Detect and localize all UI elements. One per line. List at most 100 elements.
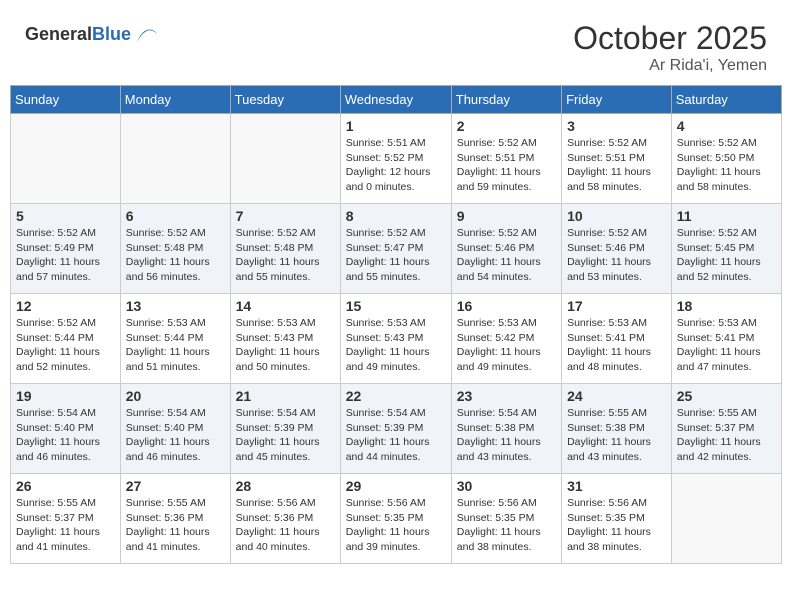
day-detail: Sunrise: 5:55 AM Sunset: 5:37 PM Dayligh… [16,496,115,555]
logo-general: General [25,24,92,44]
calendar-cell: 9 Sunrise: 5:52 AM Sunset: 5:46 PM Daylig… [451,204,561,294]
day-number: 18 [677,298,776,314]
day-detail: Sunrise: 5:52 AM Sunset: 5:51 PM Dayligh… [567,136,666,195]
day-number: 24 [567,388,666,404]
calendar-cell: 28 Sunrise: 5:56 AM Sunset: 5:36 PM Dayli… [230,474,340,564]
day-detail: Sunrise: 5:52 AM Sunset: 5:51 PM Dayligh… [457,136,556,195]
day-detail: Sunrise: 5:53 AM Sunset: 5:44 PM Dayligh… [126,316,225,375]
calendar-cell: 25 Sunrise: 5:55 AM Sunset: 5:37 PM Dayli… [671,384,781,474]
day-detail: Sunrise: 5:52 AM Sunset: 5:45 PM Dayligh… [677,226,776,285]
day-detail: Sunrise: 5:56 AM Sunset: 5:35 PM Dayligh… [346,496,446,555]
day-number: 22 [346,388,446,404]
calendar-row: 26 Sunrise: 5:55 AM Sunset: 5:37 PM Dayli… [11,474,782,564]
calendar-cell: 29Sunrise: 5:56 AM Sunset: 5:35 PM Dayli… [340,474,451,564]
calendar-cell: 14 Sunrise: 5:53 AM Sunset: 5:43 PM Dayli… [230,294,340,384]
day-number: 3 [567,118,666,134]
day-detail: Sunrise: 5:56 AM Sunset: 5:35 PM Dayligh… [567,496,666,555]
day-detail: Sunrise: 5:52 AM Sunset: 5:47 PM Dayligh… [346,226,446,285]
day-detail: Sunrise: 5:52 AM Sunset: 5:46 PM Dayligh… [567,226,666,285]
day-number: 25 [677,388,776,404]
day-detail: Sunrise: 5:53 AM Sunset: 5:43 PM Dayligh… [236,316,335,375]
calendar-table: SundayMondayTuesdayWednesdayThursdayFrid… [10,85,782,564]
day-detail: Sunrise: 5:51 AM Sunset: 5:52 PM Dayligh… [346,136,446,195]
day-detail: Sunrise: 5:55 AM Sunset: 5:36 PM Dayligh… [126,496,225,555]
weekday-header: Sunday [11,86,121,114]
day-number: 7 [236,208,335,224]
calendar-cell: 5Sunrise: 5:52 AM Sunset: 5:49 PM Daylig… [11,204,121,294]
day-number: 31 [567,478,666,494]
weekday-header: Thursday [451,86,561,114]
day-detail: Sunrise: 5:52 AM Sunset: 5:48 PM Dayligh… [236,226,335,285]
calendar-cell: 3 Sunrise: 5:52 AM Sunset: 5:51 PM Daylig… [562,114,672,204]
day-detail: Sunrise: 5:52 AM Sunset: 5:46 PM Dayligh… [457,226,556,285]
calendar-cell: 12 Sunrise: 5:52 AM Sunset: 5:44 PM Dayli… [11,294,121,384]
day-detail: Sunrise: 5:56 AM Sunset: 5:36 PM Dayligh… [236,496,335,555]
calendar-cell: 19 Sunrise: 5:54 AM Sunset: 5:40 PM Dayli… [11,384,121,474]
calendar-cell: 8 Sunrise: 5:52 AM Sunset: 5:47 PM Daylig… [340,204,451,294]
day-detail: Sunrise: 5:54 AM Sunset: 5:39 PM Dayligh… [236,406,335,465]
day-number: 6 [126,208,225,224]
day-number: 26 [16,478,115,494]
calendar-row: 5Sunrise: 5:52 AM Sunset: 5:49 PM Daylig… [11,204,782,294]
day-detail: Sunrise: 5:52 AM Sunset: 5:48 PM Dayligh… [126,226,225,285]
calendar-row: 1 Sunrise: 5:51 AM Sunset: 5:52 PM Daylig… [11,114,782,204]
day-detail: Sunrise: 5:55 AM Sunset: 5:37 PM Dayligh… [677,406,776,465]
calendar-cell: 30 Sunrise: 5:56 AM Sunset: 5:35 PM Dayli… [451,474,561,564]
calendar-cell [11,114,121,204]
day-number: 2 [457,118,556,134]
day-number: 4 [677,118,776,134]
day-number: 5 [16,208,115,224]
day-number: 11 [677,208,776,224]
day-detail: Sunrise: 5:56 AM Sunset: 5:35 PM Dayligh… [457,496,556,555]
calendar-cell: 13 Sunrise: 5:53 AM Sunset: 5:44 PM Dayli… [120,294,230,384]
day-detail: Sunrise: 5:52 AM Sunset: 5:44 PM Dayligh… [16,316,115,375]
day-number: 28 [236,478,335,494]
day-detail: Sunrise: 5:55 AM Sunset: 5:38 PM Dayligh… [567,406,666,465]
weekday-header: Tuesday [230,86,340,114]
day-number: 21 [236,388,335,404]
day-detail: Sunrise: 5:52 AM Sunset: 5:50 PM Dayligh… [677,136,776,195]
day-number: 27 [126,478,225,494]
day-detail: Sunrise: 5:53 AM Sunset: 5:41 PM Dayligh… [567,316,666,375]
day-number: 15 [346,298,446,314]
weekday-header: Friday [562,86,672,114]
calendar-cell: 11 Sunrise: 5:52 AM Sunset: 5:45 PM Dayli… [671,204,781,294]
day-detail: Sunrise: 5:53 AM Sunset: 5:41 PM Dayligh… [677,316,776,375]
weekday-header: Saturday [671,86,781,114]
calendar-cell: 24 Sunrise: 5:55 AM Sunset: 5:38 PM Dayli… [562,384,672,474]
day-number: 16 [457,298,556,314]
day-number: 17 [567,298,666,314]
calendar-cell: 20Sunrise: 5:54 AM Sunset: 5:40 PM Dayli… [120,384,230,474]
day-number: 10 [567,208,666,224]
calendar-cell: 18 Sunrise: 5:53 AM Sunset: 5:41 PM Dayli… [671,294,781,384]
day-detail: Sunrise: 5:54 AM Sunset: 5:40 PM Dayligh… [126,406,225,465]
page-header: GeneralBlue October 2025 Ar Rida'i, Yeme… [10,10,782,80]
calendar-cell: 6 Sunrise: 5:52 AM Sunset: 5:48 PM Daylig… [120,204,230,294]
calendar-cell [120,114,230,204]
day-number: 9 [457,208,556,224]
calendar-cell [230,114,340,204]
day-detail: Sunrise: 5:54 AM Sunset: 5:38 PM Dayligh… [457,406,556,465]
day-number: 19 [16,388,115,404]
calendar-cell: 23 Sunrise: 5:54 AM Sunset: 5:38 PM Dayli… [451,384,561,474]
calendar-row: 19 Sunrise: 5:54 AM Sunset: 5:40 PM Dayli… [11,384,782,474]
day-number: 1 [346,118,446,134]
logo-icon [133,20,161,48]
calendar-header-row: SundayMondayTuesdayWednesdayThursdayFrid… [11,86,782,114]
day-number: 14 [236,298,335,314]
day-number: 23 [457,388,556,404]
day-number: 30 [457,478,556,494]
calendar-cell: 15Sunrise: 5:53 AM Sunset: 5:43 PM Dayli… [340,294,451,384]
logo: GeneralBlue [25,20,161,48]
day-number: 8 [346,208,446,224]
day-detail: Sunrise: 5:54 AM Sunset: 5:39 PM Dayligh… [346,406,446,465]
calendar-cell: 7 Sunrise: 5:52 AM Sunset: 5:48 PM Daylig… [230,204,340,294]
calendar-cell: 26 Sunrise: 5:55 AM Sunset: 5:37 PM Dayli… [11,474,121,564]
day-number: 13 [126,298,225,314]
month-title: October 2025 [573,20,767,57]
calendar-cell: 10 Sunrise: 5:52 AM Sunset: 5:46 PM Dayli… [562,204,672,294]
day-detail: Sunrise: 5:54 AM Sunset: 5:40 PM Dayligh… [16,406,115,465]
calendar-cell: 1 Sunrise: 5:51 AM Sunset: 5:52 PM Daylig… [340,114,451,204]
title-block: October 2025 Ar Rida'i, Yemen [573,20,767,75]
day-number: 12 [16,298,115,314]
